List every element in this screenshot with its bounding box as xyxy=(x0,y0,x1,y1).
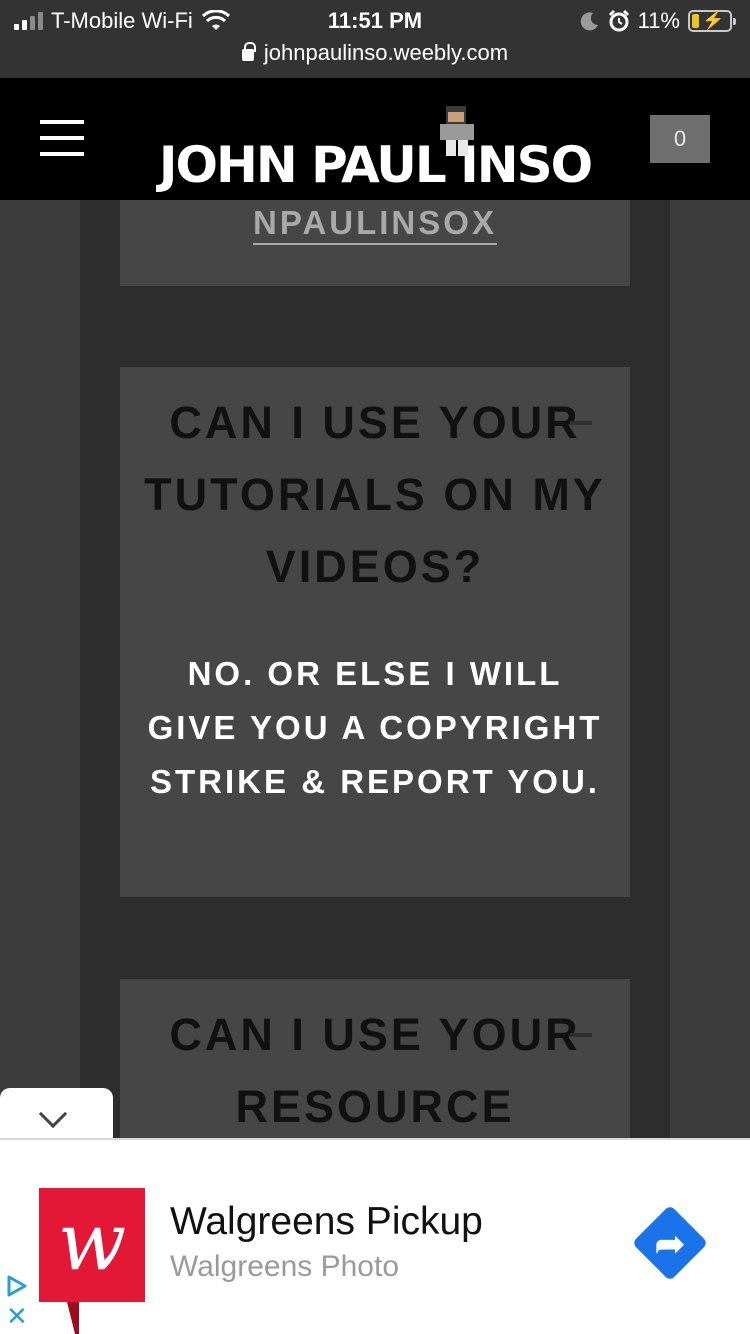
faq-card: CAN I USE YOUR TUTORIALS ON MY VIDEOS? N… xyxy=(120,367,630,897)
link-text[interactable]: NPAULINSOX xyxy=(253,204,497,245)
status-bar: T-Mobile Wi-Fi 11:51 PM 11% ⚡ johnpaulin… xyxy=(0,0,750,78)
moon-icon xyxy=(580,12,598,31)
status-right: 11% ⚡ xyxy=(580,8,736,34)
battery-icon: ⚡ xyxy=(688,10,736,32)
faq-answer: NO. OR ELSE I WILL GIVE YOU A COPYRIGHT … xyxy=(147,655,603,800)
arrow-right-icon: ➦ xyxy=(654,1223,686,1264)
ad-title: Walgreens Pickup xyxy=(170,1200,483,1243)
address-bar[interactable]: johnpaulinso.weebly.com xyxy=(0,40,750,66)
url-text: johnpaulinso.weebly.com xyxy=(263,40,509,65)
npaulinsox-link[interactable]: NPAULINSOX xyxy=(120,204,630,245)
close-icon[interactable]: ✕ xyxy=(6,1303,28,1329)
adchoices-icon[interactable] xyxy=(6,1275,28,1297)
cart-button[interactable]: 0 xyxy=(650,115,710,163)
alarm-icon xyxy=(608,10,629,32)
lock-icon xyxy=(241,42,256,61)
faq-question: CAN I USE YOUR RESOURCE xyxy=(169,1009,581,1132)
collapse-icon[interactable] xyxy=(570,1033,592,1037)
faq-card: CAN I USE YOUR RESOURCE xyxy=(120,979,630,1139)
ad-subtitle: Walgreens Photo xyxy=(170,1250,400,1283)
link-card: NPAULINSOX xyxy=(120,200,630,286)
logo-letter: w xyxy=(57,1195,127,1288)
collapse-icon[interactable] xyxy=(570,421,592,425)
avatar xyxy=(440,106,474,156)
site-header: JOHN PAUL INSO 0 xyxy=(0,78,750,200)
chevron-down-icon xyxy=(38,1099,68,1129)
walgreens-logo: w xyxy=(39,1188,145,1334)
site-logo[interactable]: JOHN PAUL INSO xyxy=(0,136,750,194)
ad-banner[interactable]: w Walgreens Pickup Walgreens Photo ➦ xyxy=(0,1138,750,1334)
faq-question: CAN I USE YOUR TUTORIALS ON MY VIDEOS? xyxy=(144,397,606,592)
battery-percent: 11% xyxy=(637,8,680,33)
